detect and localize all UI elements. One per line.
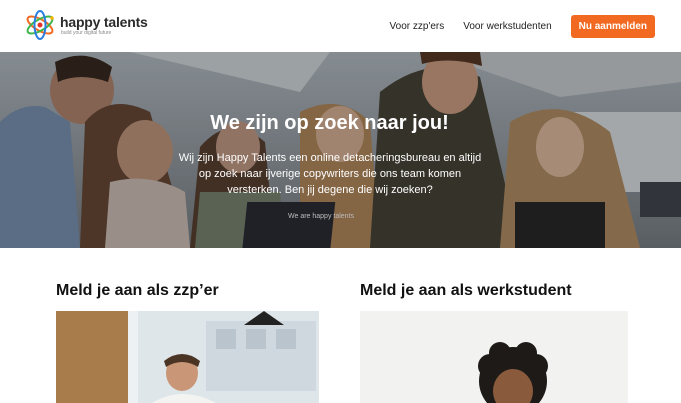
zzp-photo bbox=[56, 311, 319, 403]
hero-description: Wij zijn Happy Talents een online detach… bbox=[178, 152, 482, 196]
nav-link-zzpers[interactable]: Voor zzp'ers bbox=[390, 21, 445, 32]
logo-link[interactable]: happy talents build your digital future bbox=[24, 8, 148, 42]
werkstudent-photo bbox=[360, 311, 628, 403]
logo-tagline: build your digital future bbox=[61, 29, 112, 36]
signup-button[interactable]: Nu aanmelden bbox=[570, 15, 655, 38]
zzp-photo-graphic bbox=[56, 311, 319, 403]
atom-logo-icon bbox=[26, 10, 54, 40]
site-header: happy talents build your digital future … bbox=[0, 0, 681, 52]
werkstudent-photo-graphic bbox=[360, 311, 628, 403]
zzp-section-title: Meld je aan als zzp’er bbox=[56, 282, 219, 299]
hero-banner: We are happy talents We zijn op zoek naa… bbox=[0, 52, 681, 248]
werkstudent-section-title: Meld je aan als werkstudent bbox=[360, 282, 572, 299]
logo-name: happy talents bbox=[60, 13, 148, 30]
main-nav: Voor zzp'ers Voor werkstudenten Nu aanme… bbox=[390, 15, 655, 38]
hero-title: We zijn op zoek naar jou! bbox=[210, 112, 449, 134]
logo-text: happy talents build your digital future bbox=[60, 14, 148, 37]
nav-link-werkstudenten[interactable]: Voor werkstudenten bbox=[463, 21, 551, 32]
